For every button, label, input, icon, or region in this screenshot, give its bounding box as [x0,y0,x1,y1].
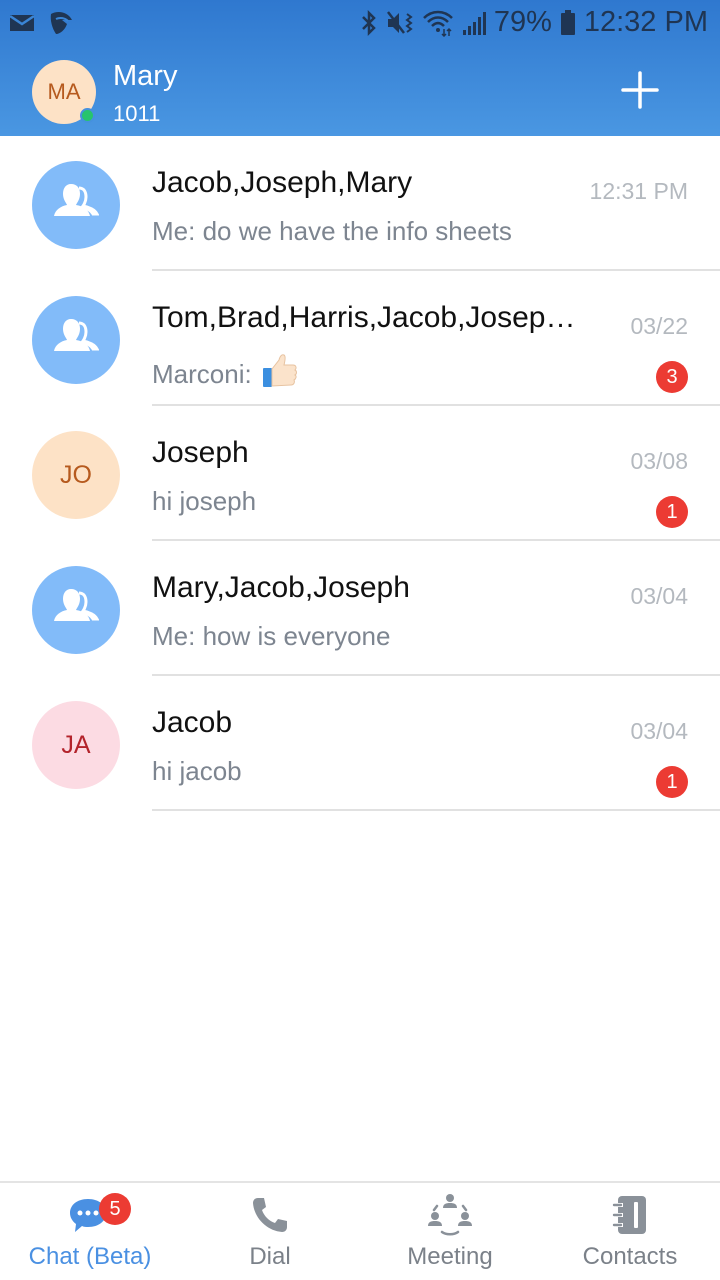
phone-icon [242,1193,298,1237]
vibrate-mute-icon [386,9,414,37]
nav-tab-chat[interactable]: 5 Chat (Beta) [0,1183,180,1280]
group-avatar [32,161,120,249]
nav-tab-contacts[interactable]: Contacts [540,1183,720,1280]
chat-time: 03/04 [630,583,688,609]
group-people-icon [53,317,100,364]
status-time: 12:32 PM [583,6,708,38]
thumbs-up-icon [260,351,300,398]
chat-list-item[interactable]: Mary,Jacob,Joseph Me: how is everyone 03… [0,541,720,676]
nav-label: Meeting [407,1243,493,1270]
chat-title: Tom,Brad,Harris,Jacob,Joseph,Mary [152,301,592,334]
new-chat-button[interactable] [610,62,670,122]
nav-tab-meeting[interactable]: Meeting [360,1183,540,1280]
chat-time: 12:31 PM [589,178,688,204]
chat-preview-text: Me: do we have the info sheets [152,216,512,246]
cell-signal-icon [462,10,486,36]
bluetooth-icon [360,9,378,37]
chat-preview-text: Marconi: [152,359,252,389]
chat-unread-badge: 5 [99,1193,131,1225]
chat-time: 03/22 [630,313,688,339]
contacts-book-icon [602,1193,658,1237]
unread-badge: 1 [656,766,688,798]
group-avatar [32,566,120,654]
battery-icon [560,9,576,37]
chat-preview-text: Me: how is everyone [152,621,391,651]
meeting-icon [422,1193,478,1237]
chat-list-item[interactable]: Jacob,Joseph,Mary Me: do we have the inf… [0,136,720,271]
chat-list-item[interactable]: JO Joseph hi joseph 03/08 1 [0,406,720,541]
status-bar: 79% 12:32 PM [0,0,720,46]
user-name: Mary [113,60,178,92]
unread-badge: 1 [656,496,688,528]
bottom-nav: 5 Chat (Beta) Dial Meeting Contacts [0,1181,720,1280]
plus-icon [621,70,659,114]
wifi-icon [422,9,454,37]
chat-preview: Me: do we have the info sheets [152,216,512,247]
chat-time: 03/08 [630,448,688,474]
nav-label: Dial [249,1243,291,1270]
contact-avatar: JA [32,701,120,789]
presence-online-indicator [80,108,95,123]
grandstream-app-icon [48,10,74,36]
group-people-icon [53,587,100,634]
chat-list: Jacob,Joseph,Mary Me: do we have the inf… [0,136,720,811]
nav-tab-dial[interactable]: Dial [180,1183,360,1280]
chat-list-item[interactable]: Tom,Brad,Harris,Jacob,Joseph,Mary Marcon… [0,271,720,406]
unread-badge: 3 [656,361,688,393]
nav-label: Chat (Beta) [28,1243,152,1270]
chat-preview-text: hi joseph [152,486,257,516]
group-avatar [32,296,120,384]
group-people-icon [53,182,100,229]
chat-preview: hi jacob [152,756,242,787]
contact-avatar: JO [32,431,120,519]
nav-label: Contacts [582,1243,678,1270]
app-header: 79% 12:32 PM MA Mary 1011 [0,0,720,136]
chat-preview: Marconi: [152,351,300,398]
chat-preview: Me: how is everyone [152,621,390,652]
row-divider [152,809,720,811]
chat-preview-text: hi jacob [152,756,242,786]
chat-list-item[interactable]: JA Jacob hi jacob 03/04 1 [0,676,720,811]
chat-title: Jacob [152,706,233,739]
chat-title: Mary,Jacob,Joseph [152,571,410,604]
mail-icon [10,13,36,33]
chat-time: 03/04 [630,718,688,744]
chat-title: Joseph [152,436,249,469]
battery-percent: 79% [493,6,552,38]
chat-title: Jacob,Joseph,Mary [152,166,413,199]
chat-preview: hi joseph [152,486,256,517]
user-extension: 1011 [113,101,161,126]
